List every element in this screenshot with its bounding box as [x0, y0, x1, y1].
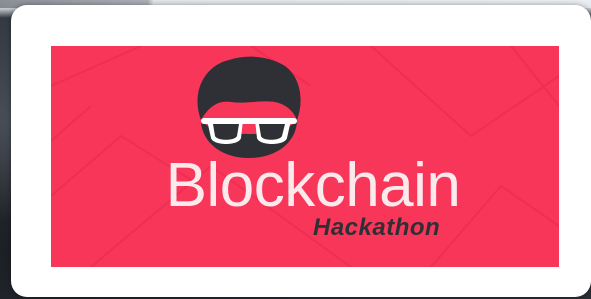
hackathon-mascot-icon [197, 56, 301, 158]
banner-subtitle: Hackathon [313, 214, 441, 241]
hackathon-banner: Blockchain Hackathon [51, 46, 559, 267]
banner-title: Blockchain [165, 151, 461, 220]
image-card[interactable]: Blockchain Hackathon [11, 5, 591, 297]
